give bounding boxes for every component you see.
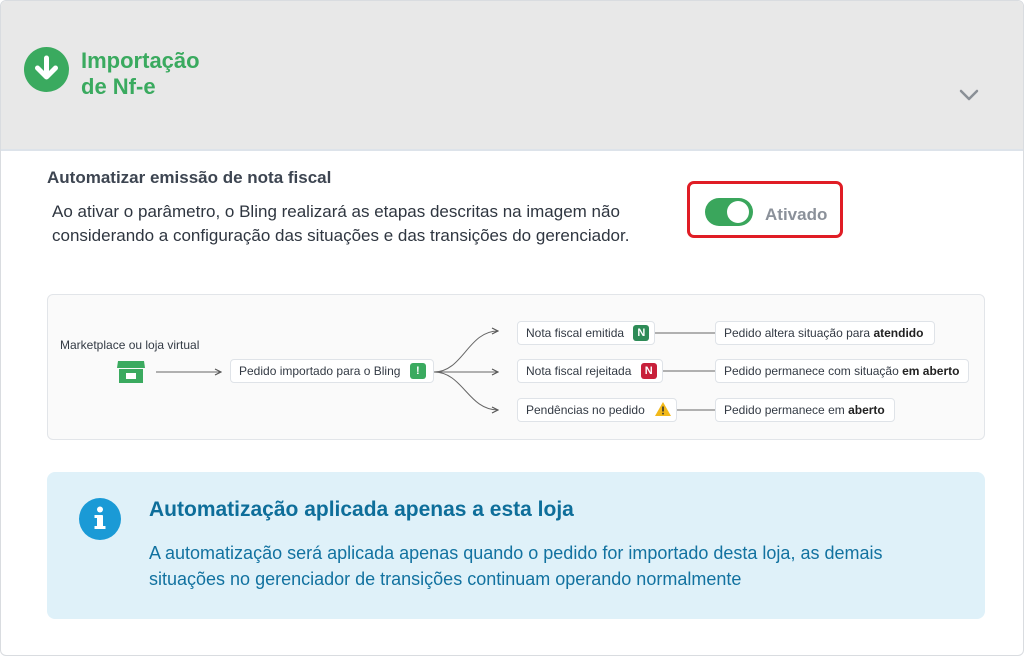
nfe-import-card: Importação de Nf-e Automatizar emissão d… [0,0,1024,656]
nfe-rejected-badge-icon: N [640,362,657,379]
result-pending-text: Pedido permanece em [724,403,849,417]
result-rejected: Pedido permanece com situação em aberto [715,359,969,383]
branch-emitted: Nota fiscal emitida N [517,321,655,345]
card-header[interactable]: Importação de Nf-e [1,1,1023,151]
result-emitted-text: Pedido altera situação para [724,326,874,340]
imported-label: Pedido importado para o Bling [239,364,401,378]
toggle-knob [727,201,749,223]
result-rejected-text: Pedido permanece com situação [724,364,903,378]
info-callout: Automatização aplicada apenas a esta loj… [47,472,985,619]
page-title-line-1: Importação [81,48,200,73]
toggle-label: Ativado [765,205,828,224]
info-body: A automatização será aplicada apenas qua… [149,543,883,589]
branch-pending: Pendências no pedido [517,398,677,422]
info-title: Automatização aplicada apenas a esta loj… [149,498,574,521]
automation-toggle[interactable] [705,198,753,226]
branch-emitted-label: Nota fiscal emitida [526,326,625,340]
result-rejected-bold: em aberto [902,364,960,378]
bling-badge-icon: ! [409,362,426,379]
store-icon [117,361,145,383]
automation-description: Ao ativar o parâmetro, o Bling realizará… [52,202,630,245]
download-circle-icon [24,47,69,92]
page-title-line-2: de Nf-e [81,74,156,99]
info-icon [79,498,121,540]
result-emitted: Pedido altera situação para atendido [715,321,935,345]
result-pending-bold: aberto [848,403,885,417]
automation-title: Automatizar emissão de nota fiscal [47,168,332,187]
branch-rejected: Nota fiscal rejeitada N [517,359,663,383]
warning-icon [655,402,672,417]
chevron-down-icon[interactable] [958,87,980,103]
result-pending: Pedido permanece em aberto [715,398,895,422]
branch-rejected-label: Nota fiscal rejeitada [526,364,632,378]
page-title: Importação de Nf-e [81,48,281,100]
result-emitted-bold: atendido [873,326,924,340]
imported-step: Pedido importado para o Bling ! [230,359,434,383]
source-label: Marketplace ou loja virtual [60,338,200,352]
nfe-badge-icon: N [633,324,650,341]
branch-pending-label: Pendências no pedido [526,403,645,417]
toggle-highlight: Ativado [687,181,843,238]
automation-diagram: Marketplace ou loja virtual Pedido impor… [47,294,985,440]
